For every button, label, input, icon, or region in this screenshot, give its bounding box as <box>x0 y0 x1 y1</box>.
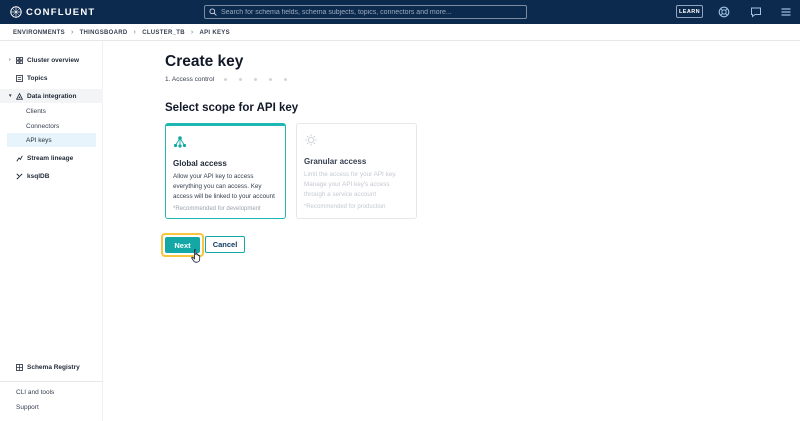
breadcrumb-item-cluster[interactable]: CLUSTER_TB <box>142 30 185 36</box>
step-dot <box>269 78 273 81</box>
sidebar-item-topics[interactable]: Topics <box>0 71 103 85</box>
step-dot <box>284 78 288 81</box>
sidebar-item-cluster-overview[interactable]: › Cluster overview <box>0 53 103 67</box>
confluent-logo[interactable]: CONFLUENT <box>10 6 95 18</box>
sidebar-item-label: Topics <box>27 74 48 82</box>
sidebar-item-data-integration[interactable]: ▾ Data integration <box>0 89 103 103</box>
step-dot <box>224 78 228 81</box>
sidebar-item-clients[interactable]: Clients <box>7 104 96 118</box>
ksqldb-icon <box>15 172 24 180</box>
card-description: Allow your API key to access everything … <box>173 173 275 200</box>
breadcrumb-item-environment[interactable]: THINGSBOARD <box>80 30 128 36</box>
chevron-right-icon: › <box>190 29 194 36</box>
sidebar-item-schema-registry[interactable]: Schema Registry <box>0 360 103 374</box>
search-input[interactable] <box>221 8 521 16</box>
sidebar-divider <box>0 381 103 382</box>
cancel-button[interactable]: Cancel <box>205 236 245 253</box>
current-step-label: 1. Access control <box>165 76 215 83</box>
search-icon <box>209 8 217 16</box>
brand-name: CONFLUENT <box>26 6 96 18</box>
breadcrumb-item-environments[interactable]: ENVIRONMENTS <box>13 30 65 36</box>
lifebuoy-icon[interactable] <box>717 5 731 19</box>
page-title: Create key <box>165 53 244 70</box>
sidebar-item-connectors[interactable]: Connectors <box>7 119 96 133</box>
gear-icon <box>305 134 317 146</box>
network-nodes-icon <box>173 136 187 148</box>
card-description: Limit the access for your API key. Manag… <box>304 171 397 198</box>
breadcrumb: ENVIRONMENTS › THINGSBOARD › CLUSTER_TB … <box>13 29 230 36</box>
sidebar-item-label: Cluster overview <box>27 56 80 64</box>
support-link[interactable]: Support <box>16 404 39 411</box>
global-access-card[interactable]: Global access Allow your API key to acce… <box>165 123 286 219</box>
learn-button[interactable]: LEARN <box>676 5 703 18</box>
card-title: Granular access <box>304 157 367 166</box>
lineage-icon <box>15 154 24 162</box>
menu-icon[interactable] <box>779 5 793 19</box>
chevron-right-icon: › <box>70 29 74 36</box>
card-title: Global access <box>173 159 227 168</box>
card-note: *Recommended for development <box>173 206 261 212</box>
schema-icon <box>15 363 24 371</box>
sidebar-item-label: Stream lineage <box>27 154 74 162</box>
sidebar-item-label: Schema Registry <box>27 363 80 371</box>
hand-pointer-icon <box>191 249 201 263</box>
sidebar-item-stream-lineage[interactable]: Stream lineage <box>0 151 103 165</box>
global-search[interactable] <box>204 5 527 19</box>
grid-icon <box>15 56 24 64</box>
sidebar: › Cluster overview Topics ▾ Data integra… <box>0 41 103 421</box>
sidebar-item-ksqldb[interactable]: ksqlDB <box>0 169 103 183</box>
breadcrumb-divider <box>0 40 800 41</box>
cli-and-tools-link[interactable]: CLI and tools <box>16 389 54 396</box>
integration-icon <box>15 92 24 100</box>
step-dot <box>254 78 258 81</box>
confluent-logo-icon <box>10 6 22 18</box>
step-dot <box>239 78 243 81</box>
granular-access-card[interactable]: Granular access Limit the access for you… <box>296 123 417 219</box>
wizard-steps: 1. Access control <box>165 76 288 83</box>
chevron-right-icon: › <box>133 29 137 36</box>
sidebar-item-label: Data integration <box>27 92 77 100</box>
sidebar-item-label: ksqlDB <box>27 172 50 180</box>
topics-icon <box>15 74 24 82</box>
breadcrumb-item-api-keys: API KEYS <box>199 29 230 36</box>
section-title: Select scope for API key <box>165 102 299 114</box>
chat-icon[interactable] <box>749 5 763 19</box>
card-note: *Recommended for production <box>304 204 386 210</box>
top-navigation-bar: CONFLUENT LEARN <box>0 0 800 24</box>
sidebar-item-api-keys[interactable]: API keys <box>7 133 96 147</box>
